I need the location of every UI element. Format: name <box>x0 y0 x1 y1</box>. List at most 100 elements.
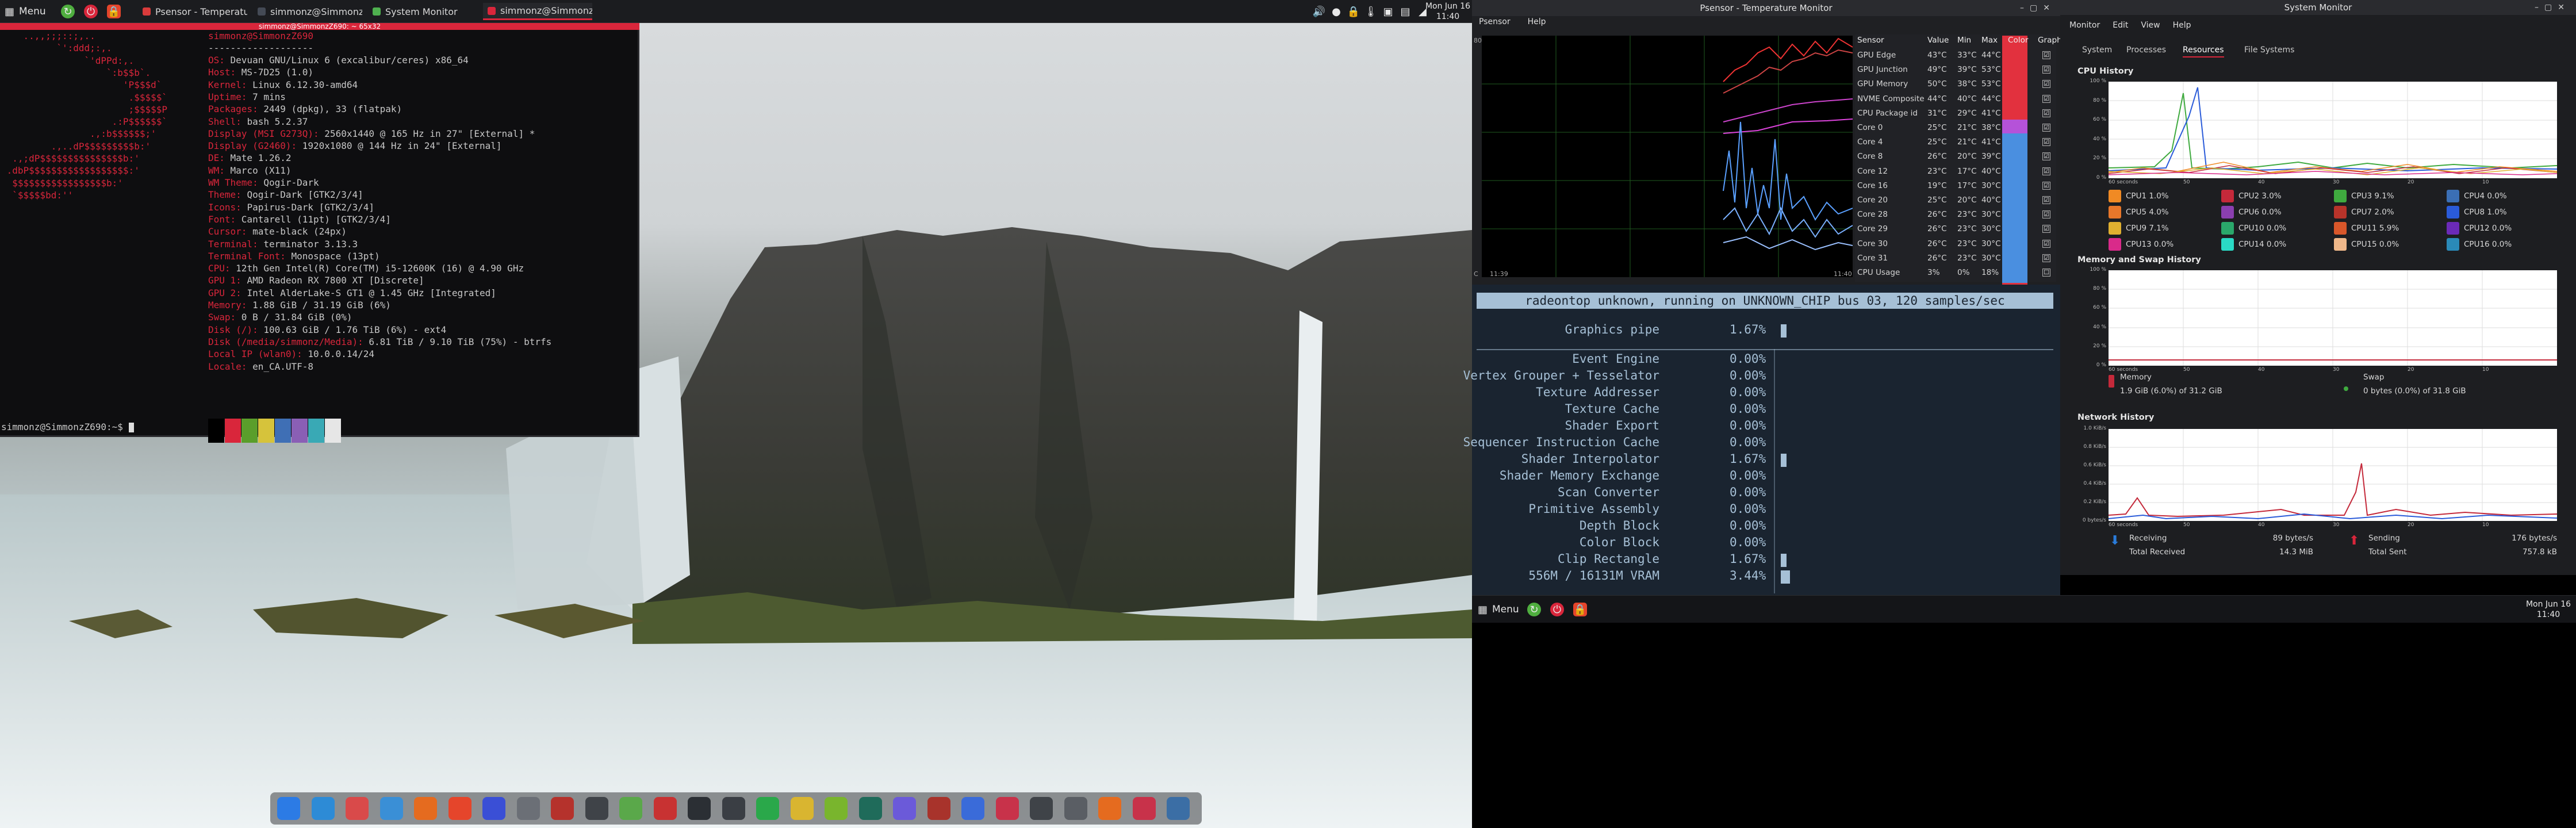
menu-view[interactable]: View <box>2141 21 2160 30</box>
lock-launcher-icon[interactable]: 🔒 <box>107 5 121 18</box>
power-launcher-icon[interactable]: ⏻ <box>1550 603 1564 616</box>
tab-system[interactable]: System <box>2082 43 2112 57</box>
disk-icon[interactable] <box>346 797 369 820</box>
menu-help[interactable]: Help <box>2173 21 2191 30</box>
graph-checkbox[interactable]: ☑ <box>2042 225 2050 233</box>
sensor-row[interactable]: Core 0 25°C 21°C 38°C ☑ <box>1855 121 2056 135</box>
graph-checkbox[interactable]: ☑ <box>2042 51 2050 59</box>
system-monitor-window[interactable]: System Monitor –▢✕ Monitor Edit View Hel… <box>2060 0 2576 575</box>
audio-icon[interactable] <box>756 797 779 820</box>
graph-checkbox[interactable]: ☐ <box>2042 269 2050 277</box>
sensor-row[interactable]: CPU Usage 3% 0% 18% ☐ <box>1855 266 2056 279</box>
cpu-color-swatch[interactable] <box>2447 238 2459 251</box>
panel-clock[interactable]: Mon Jun 16 11:40 <box>1425 1 1471 22</box>
cpu-color-swatch[interactable] <box>2334 206 2347 218</box>
sensor-column-header[interactable]: Value <box>1927 36 1949 45</box>
graph-checkbox[interactable]: ☑ <box>2042 167 2050 175</box>
main-menu-button[interactable]: ▦ Menu <box>5 4 46 19</box>
cpu-color-swatch[interactable] <box>2221 190 2234 202</box>
power-launcher-icon[interactable]: ⏻ <box>84 5 98 18</box>
sensor-column-header[interactable]: Graph <box>2038 36 2062 45</box>
brave-icon[interactable] <box>448 797 471 820</box>
sysmon-window-controls[interactable]: –▢✕ <box>2535 3 2570 12</box>
graph-checkbox[interactable]: ☑ <box>2042 124 2050 132</box>
cpu-color-swatch[interactable] <box>2221 238 2234 251</box>
cpu-color-swatch[interactable] <box>2447 206 2459 218</box>
tab-resources[interactable]: Resources <box>2183 43 2224 57</box>
sensor-row[interactable]: GPU Edge 43°C 33°C 44°C ☑ <box>1855 48 2056 62</box>
terminal-window[interactable]: simmonz@SimmonzZ690: ~ 65x32 ..,,;;;::;,… <box>0 23 639 443</box>
sensor-row[interactable]: Core 28 26°C 23°C 30°C ☑ <box>1855 208 2056 221</box>
backup-icon[interactable] <box>1064 797 1087 820</box>
android-icon[interactable] <box>825 797 848 820</box>
sensor-row[interactable]: Core 20 25°C 20°C 40°C ☑ <box>1855 193 2056 207</box>
sensor-row[interactable]: NVME Composite 44°C 40°C 44°C ☑ <box>1855 92 2056 106</box>
lock-launcher-icon[interactable]: 🔒 <box>1573 603 1587 616</box>
cpu-color-swatch[interactable] <box>2109 222 2121 235</box>
right-panel-clock[interactable]: Mon Jun 16 11:40 <box>2524 599 2573 620</box>
terminal-icon[interactable] <box>688 797 711 820</box>
text-editor-icon[interactable] <box>585 797 608 820</box>
menu-help[interactable]: Help <box>1528 17 1546 30</box>
radeontop-terminal[interactable]: radeontop unknown, running on UNKNOWN_CH… <box>1463 285 2060 595</box>
temperature-icon[interactable]: 🌡 <box>1364 5 1378 18</box>
safari-icon[interactable] <box>379 797 403 820</box>
archive-icon[interactable] <box>551 797 574 820</box>
tab-file-systems[interactable]: File Systems <box>2244 43 2294 57</box>
firefox-icon[interactable] <box>414 797 437 820</box>
network-icon[interactable] <box>311 797 335 820</box>
firewall-icon[interactable] <box>1098 797 1121 820</box>
steam-icon[interactable] <box>1167 797 1190 820</box>
volume-icon[interactable]: 🔊 <box>1312 5 1326 18</box>
sensor-row[interactable]: GPU Junction 49°C 39°C 53°C ☑ <box>1855 63 2056 76</box>
tab-processes[interactable]: Processes <box>2126 43 2166 57</box>
graph-checkbox[interactable]: ☑ <box>2042 181 2050 190</box>
cpu-color-swatch[interactable] <box>2221 206 2234 218</box>
files-icon[interactable] <box>277 797 300 820</box>
update-icon[interactable]: ● <box>1329 5 1343 18</box>
sensor-row[interactable]: Core 29 26°C 23°C 30°C ☑ <box>1855 222 2056 236</box>
refresh-launcher-icon[interactable]: ↻ <box>1527 603 1541 616</box>
mail-icon[interactable] <box>893 797 916 820</box>
sensor-row[interactable]: Core 12 23°C 17°C 40°C ☑ <box>1855 164 2056 178</box>
folder-icon[interactable] <box>790 797 814 820</box>
cpu-color-swatch[interactable] <box>2109 238 2121 251</box>
bitwarden-icon[interactable] <box>961 797 984 820</box>
graph-checkbox[interactable]: ☑ <box>2042 138 2050 147</box>
graph-checkbox[interactable]: ☑ <box>2042 239 2050 248</box>
maps-icon[interactable] <box>619 797 642 820</box>
graph-checkbox[interactable]: ☑ <box>2042 109 2050 117</box>
sensor-row[interactable]: Core 31 26°C 23°C 30°C ☑ <box>1855 251 2056 265</box>
file-manager-icon[interactable] <box>516 797 540 820</box>
sensor-row[interactable]: Core 4 25°C 21°C 41°C ☑ <box>1855 135 2056 149</box>
taskbar-button[interactable]: simmonz@SimmonzZ... <box>483 3 592 20</box>
refresh-launcher-icon[interactable]: ↻ <box>61 5 75 18</box>
cpu-color-swatch[interactable] <box>2109 206 2121 218</box>
sensor-row[interactable]: Core 8 26°C 20°C 39°C ☑ <box>1855 150 2056 163</box>
shell-prompt[interactable]: simmonz@SimmonzZ690:~$ <box>1 421 134 433</box>
sensor-column-header[interactable]: Max <box>1981 36 1998 45</box>
sensor-column-header[interactable]: Min <box>1957 36 1971 45</box>
menu-monitor[interactable]: Monitor <box>2069 21 2100 30</box>
taskbar-button[interactable]: simmonz@Simmonz... <box>253 3 362 20</box>
sensor-row[interactable]: Core 16 19°C 17°C 30°C ☑ <box>1855 179 2056 193</box>
taskbar-button[interactable]: System Monitor <box>368 3 477 20</box>
vpn-lock-icon[interactable]: 🔒 <box>1347 5 1360 18</box>
window-controls[interactable]: –▢✕ <box>2020 3 2056 13</box>
menu-psensor[interactable]: Psensor <box>1479 17 1511 30</box>
cpu-color-swatch[interactable] <box>2221 222 2234 235</box>
taskbar-button[interactable]: Psensor - Temperatur... <box>138 3 247 20</box>
arcade-icon[interactable] <box>1132 797 1156 820</box>
graph-checkbox[interactable]: ☑ <box>2042 80 2050 89</box>
game-icon[interactable] <box>927 797 950 820</box>
keyboard-icon[interactable]: ▤ <box>1398 5 1412 18</box>
menu-edit[interactable]: Edit <box>2113 21 2128 30</box>
sensor-row[interactable]: GPU Memory 50°C 38°C 53°C ☑ <box>1855 77 2056 91</box>
cpu-color-swatch[interactable] <box>2334 190 2347 202</box>
cpu-color-swatch[interactable] <box>2334 238 2347 251</box>
graph-checkbox[interactable]: ☑ <box>2042 152 2050 161</box>
record-icon[interactable] <box>995 797 1019 820</box>
graph-checkbox[interactable]: ☑ <box>2042 210 2050 219</box>
screenshot-icon[interactable]: ▣ <box>1381 5 1395 18</box>
calculator-icon[interactable] <box>722 797 745 820</box>
